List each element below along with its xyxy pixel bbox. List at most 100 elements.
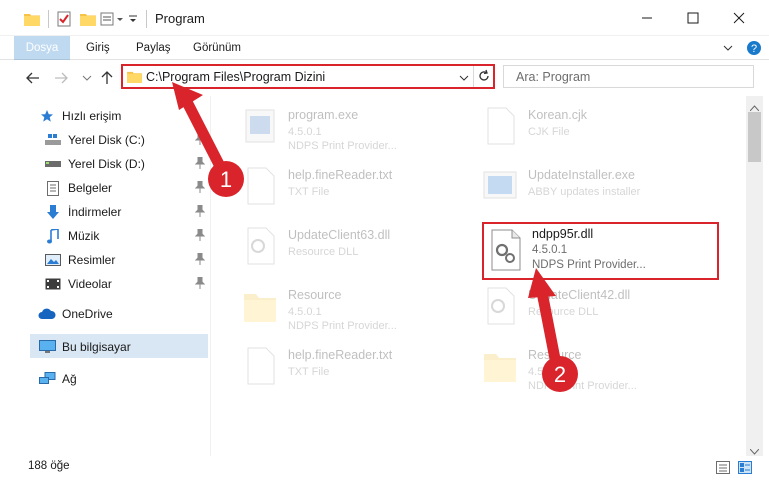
close-button[interactable] (716, 0, 762, 36)
tab-view[interactable]: Görünüm (193, 36, 241, 60)
file-name: Korean.cjk (528, 108, 588, 122)
vertical-scrollbar[interactable] (746, 96, 763, 456)
download-icon (44, 203, 62, 221)
pane-divider[interactable] (210, 96, 211, 456)
folder-icon (24, 9, 40, 29)
sidebar-item-label: Belgeler (68, 181, 113, 195)
search-input[interactable]: Ara: Program (503, 65, 754, 88)
new-folder-icon[interactable] (80, 9, 96, 29)
sidebar-item-label: Yerel Disk (D:) (68, 157, 145, 171)
ribbon: Dosya Giriş Paylaş Görünüm ? (0, 36, 769, 96)
tab-home[interactable]: Giriş (86, 36, 110, 60)
details-view-icon[interactable] (716, 461, 730, 477)
document-icon (44, 179, 62, 197)
file-name: Resource (528, 348, 582, 362)
sidebar-item-label: Hızlı erişim (62, 109, 122, 123)
file-meta: Resource DLL (528, 306, 599, 318)
arrow-left-icon (26, 72, 39, 84)
scrollbar-thumb[interactable] (748, 112, 761, 162)
file-meta: Resource DLL (288, 246, 359, 258)
customize-icon[interactable] (100, 9, 126, 29)
arrow-up-icon (101, 71, 113, 84)
sidebar-item-videos[interactable]: Videolar (44, 273, 112, 295)
chevron-down-icon[interactable] (459, 72, 469, 86)
pin-icon[interactable] (194, 204, 206, 217)
file-name: help.fineReader.txt (288, 168, 393, 182)
chevron-down-icon[interactable] (722, 42, 734, 57)
arrow-right-icon (55, 72, 68, 84)
list-item[interactable]: Korean.cjk CJK File (472, 100, 712, 160)
pin-icon[interactable] (194, 276, 206, 289)
sidebar-item-disk-c[interactable]: Yerel Disk (C:) (44, 129, 145, 151)
file-name: UpdateClient63.dll (288, 228, 391, 242)
file-description: NDPS Print Provider... (532, 259, 646, 271)
search-placeholder: Ara: Program (516, 70, 591, 84)
sidebar-item-music[interactable]: Müzik (44, 225, 99, 247)
drive-icon (44, 131, 62, 149)
list-item[interactable]: help.fineReader.txt TXT File (232, 160, 472, 220)
folder-icon (482, 346, 522, 390)
pin-icon[interactable] (194, 228, 206, 241)
navigation-pane: Hızlı erişim Yerel Disk (C:) Yerel Disk … (0, 96, 210, 456)
drive-icon (44, 155, 62, 173)
list-item[interactable]: help.fineReader.txt TXT File (232, 340, 472, 400)
computer-icon (38, 338, 56, 356)
file-meta: NDPS Print Provider... (288, 140, 397, 152)
file-name: Resource (288, 288, 342, 302)
pin-icon[interactable] (194, 156, 206, 169)
back-button[interactable] (22, 67, 44, 89)
address-path[interactable]: C:\Program Files\Program Dizini (146, 70, 325, 84)
file-meta: TXT File (288, 186, 330, 198)
divider (48, 10, 49, 28)
window-title: Program (155, 11, 205, 26)
sidebar-item-disk-d[interactable]: Yerel Disk (D:) (44, 153, 145, 175)
sidebar-item-pictures[interactable]: Resimler (44, 249, 115, 271)
file-name: UpdateClient42.dll (528, 288, 631, 302)
divider (146, 10, 147, 28)
pin-icon[interactable] (194, 180, 206, 193)
list-item[interactable]: Resource 4.5.0.1 NDPS Print Provider... (472, 340, 712, 400)
minimize-button[interactable] (624, 0, 670, 36)
dll-icon (242, 226, 282, 270)
sidebar-item-network[interactable]: Ağ (38, 368, 77, 390)
file-name: UpdateInstaller.exe (528, 168, 636, 182)
sidebar-item-this-pc[interactable]: Bu bilgisayar (38, 336, 131, 358)
list-item[interactable]: program.exe 4.5.0.1 NDPS Print Provider.… (232, 100, 472, 160)
list-item[interactable]: UpdateClient63.dll Resource DLL (232, 220, 472, 280)
refresh-icon[interactable] (477, 69, 491, 86)
sidebar-item-downloads[interactable]: İndirmeler (44, 201, 121, 223)
folder-icon (127, 70, 142, 86)
close-icon (733, 12, 745, 24)
dll-icon (482, 286, 522, 330)
sidebar-item-label: İndirmeler (68, 205, 122, 219)
folder-icon (242, 286, 282, 330)
maximize-button[interactable] (670, 0, 716, 36)
pin-icon[interactable] (194, 252, 206, 265)
sidebar-item-label: Bu bilgisayar (62, 340, 131, 354)
pin-icon[interactable] (194, 132, 206, 145)
list-item[interactable]: UpdateInstaller.exe ABBY updates install… (472, 160, 712, 220)
text-file-icon (242, 166, 282, 210)
sidebar-item-onedrive[interactable]: OneDrive (38, 303, 113, 325)
forward-button[interactable] (50, 67, 72, 89)
address-bar[interactable]: C:\Program Files\Program Dizini (121, 64, 495, 89)
sidebar-item-label: Müzik (68, 229, 100, 243)
chevron-down-icon[interactable] (128, 9, 138, 29)
properties-icon[interactable] (56, 9, 72, 29)
sidebar-item-quick-access[interactable]: Hızlı erişim (38, 105, 121, 127)
dll-icon (488, 228, 524, 275)
sidebar-item-documents[interactable]: Belgeler (44, 177, 112, 199)
tab-share[interactable]: Paylaş (136, 36, 171, 60)
videos-icon (44, 275, 62, 293)
up-button[interactable] (96, 67, 118, 89)
highlighted-file[interactable]: ndpp95r.dll 4.5.0.1 NDPS Print Provider.… (482, 222, 719, 280)
cloud-icon (38, 305, 56, 323)
star-icon (38, 107, 56, 125)
list-item[interactable]: UpdateClient42.dll Resource DLL (472, 280, 712, 340)
file-meta: NDPS Print Provider... (528, 380, 637, 392)
help-icon[interactable]: ? (746, 40, 762, 59)
chevron-down-icon (82, 75, 92, 81)
tiles-view-icon[interactable] (738, 461, 752, 477)
recent-locations-button[interactable] (76, 67, 98, 89)
list-item[interactable]: Resource 4.5.0.1 NDPS Print Provider... (232, 280, 472, 340)
